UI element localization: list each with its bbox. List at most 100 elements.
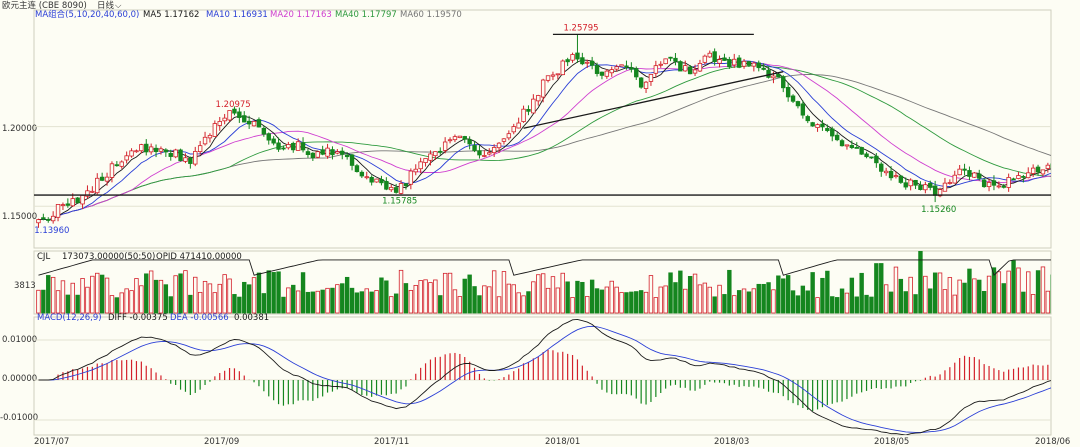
volume-bar	[41, 289, 46, 314]
candle-body	[849, 145, 855, 149]
volume-bar	[369, 291, 374, 314]
candle-body	[511, 126, 516, 133]
candle-body	[594, 65, 600, 74]
volume-bar	[825, 270, 830, 314]
candle-body	[844, 144, 850, 147]
volume-bar	[428, 282, 433, 314]
volume-bar	[330, 287, 335, 314]
candle	[859, 146, 864, 155]
volume-bar	[36, 289, 41, 314]
candle-body	[795, 101, 801, 107]
candle-body	[859, 147, 864, 155]
volume-bar	[717, 284, 722, 314]
candle-body	[227, 110, 232, 121]
volume-bar	[266, 270, 271, 314]
ma20-label: MA20 1.17163	[270, 10, 332, 20]
candle-body	[457, 135, 463, 138]
candle-body	[423, 158, 428, 163]
ma5-label: MA5 1.17162	[143, 10, 199, 20]
candle-body	[144, 143, 149, 153]
candle-body	[256, 119, 262, 128]
candle-body	[712, 51, 717, 63]
x-tick-2017-09: 2017/09	[204, 437, 239, 447]
volume-bar	[967, 268, 972, 314]
candle-body	[815, 124, 820, 128]
volume-bar	[756, 283, 761, 314]
volume-bar	[624, 292, 629, 314]
volume-bar	[197, 291, 203, 314]
candle-body	[702, 55, 708, 63]
candle-body	[178, 149, 183, 162]
candle-body	[923, 184, 928, 191]
volume-bar	[947, 277, 953, 314]
candle	[678, 60, 683, 72]
volume-bar	[781, 278, 786, 314]
volume-bar	[972, 278, 977, 314]
candle-body	[643, 81, 649, 89]
volume-bar	[168, 296, 173, 314]
candle-body	[472, 145, 477, 151]
candle-body	[683, 65, 688, 72]
volume-bar	[271, 272, 276, 314]
candle	[560, 59, 565, 76]
candle-body	[648, 74, 654, 82]
volume-bar	[251, 277, 257, 314]
candle-body	[291, 142, 296, 151]
macd-bar-value: 0.00381	[234, 313, 269, 323]
volume-bar	[227, 278, 232, 314]
candle-body	[173, 149, 178, 158]
candle-body	[825, 128, 830, 132]
forex-chart[interactable]: 欧元主连 (CBE 8090) 日线 ⌵ MA组合(5,10,20,40,60,…	[0, 0, 1080, 447]
candle-body	[202, 136, 208, 145]
candle-body	[335, 151, 340, 154]
candle-body	[555, 73, 561, 76]
price-annotation: 1.20975	[216, 100, 251, 110]
candle-body	[266, 133, 271, 141]
candle-body	[668, 56, 673, 59]
volume-bar	[732, 295, 737, 314]
x-tick-2017-07: 2017/07	[34, 437, 69, 447]
price-annotation: 1.15785	[382, 197, 417, 207]
volume-bar	[462, 278, 467, 314]
volume-bar	[879, 263, 884, 314]
candle-body	[344, 154, 350, 158]
volume-bar	[673, 282, 678, 314]
candle-body	[183, 157, 188, 162]
volume-bar	[687, 276, 693, 314]
candle-body	[913, 179, 918, 186]
volume-bar	[237, 296, 242, 314]
candle-body	[310, 152, 316, 159]
macd-diff-value: DIFF -0.00375	[108, 313, 168, 323]
volume-bar	[55, 290, 61, 314]
volume-bar	[408, 289, 414, 314]
volume-bar	[776, 275, 781, 314]
candle-body	[589, 60, 595, 66]
volume-bar	[442, 272, 448, 314]
volume-bar	[300, 272, 306, 314]
volume-bar	[545, 287, 551, 314]
candle-body	[340, 150, 345, 155]
volume-bar	[540, 273, 546, 314]
candle-body	[349, 154, 355, 166]
candle-body	[129, 150, 134, 157]
macd-dea-value: DEA -0.00566	[170, 313, 229, 323]
candle-body	[491, 147, 497, 154]
volume-bar	[663, 285, 668, 314]
x-tick-2018-06: 2018/06	[1035, 437, 1070, 447]
candle-body	[839, 140, 845, 147]
candle-body	[393, 187, 399, 193]
candle-body	[139, 144, 144, 152]
macd-panel[interactable]	[33, 316, 1052, 436]
volume-bar	[85, 286, 90, 314]
candle-body	[222, 117, 227, 122]
volume-bar	[158, 279, 164, 314]
candle-body	[609, 69, 614, 74]
candle	[173, 148, 178, 159]
price-panel[interactable]	[33, 9, 1052, 249]
candle	[898, 175, 904, 184]
volume-bar	[104, 277, 110, 314]
volume-bar	[908, 276, 913, 314]
candle-body	[467, 139, 472, 145]
candle-body	[883, 170, 889, 174]
candle-body	[1026, 172, 1031, 179]
